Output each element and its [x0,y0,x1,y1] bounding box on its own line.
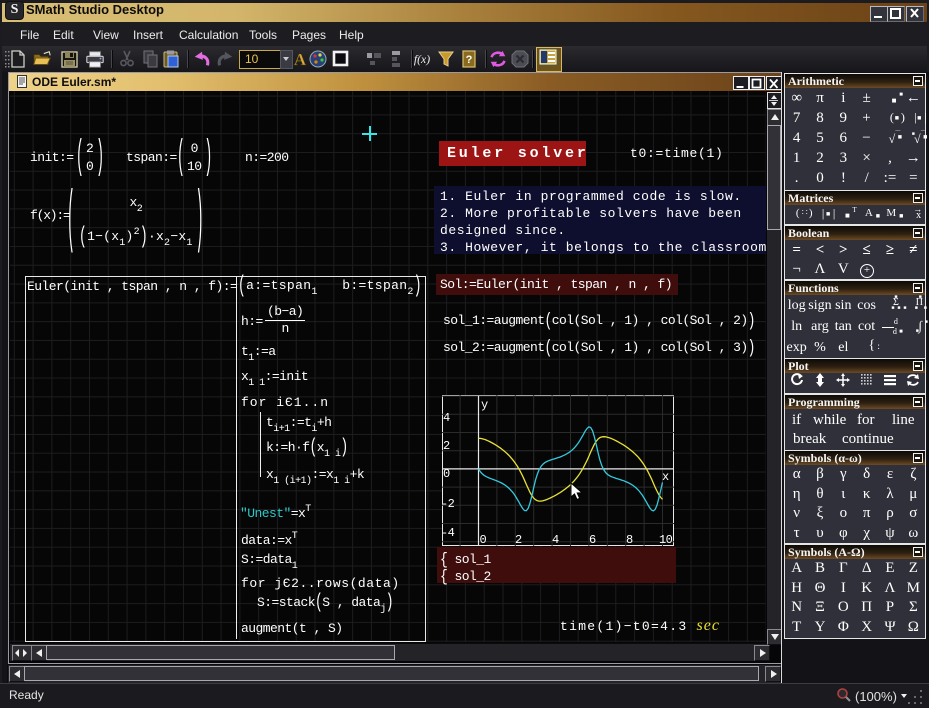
svg-text:A: A [294,50,307,69]
svg-text:f(x): f(x) [414,53,430,66]
svg-text:?: ? [466,54,473,66]
